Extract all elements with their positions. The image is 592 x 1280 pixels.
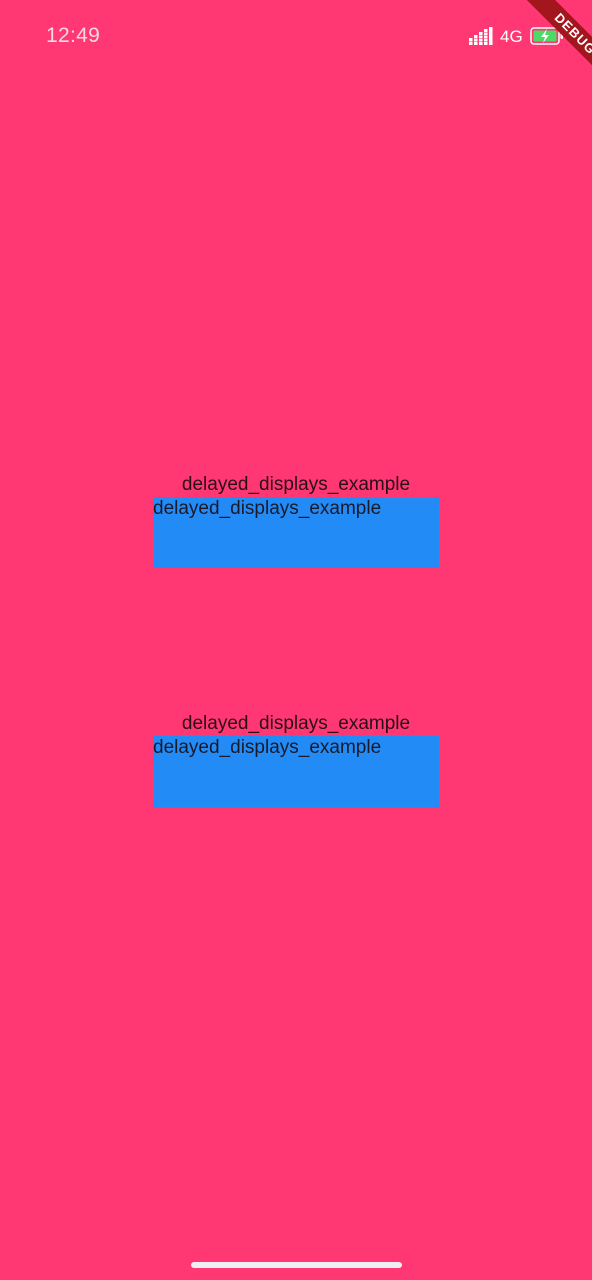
panel-text-2: delayed_displays_example [153,737,382,758]
section-label-1: delayed_displays_example [181,474,411,495]
home-indicator[interactable] [191,1262,402,1268]
section-label-2: delayed_displays_example [181,713,411,734]
panel-text-1: delayed_displays_example [153,498,382,519]
debug-ribbon-label: DEBUG [514,0,592,95]
status-time: 12:49 [46,24,101,47]
delayed-panel-2: delayed_displays_example [153,736,439,807]
delayed-panel-1: delayed_displays_example [153,497,439,568]
debug-banner: DEBUG [482,0,592,110]
